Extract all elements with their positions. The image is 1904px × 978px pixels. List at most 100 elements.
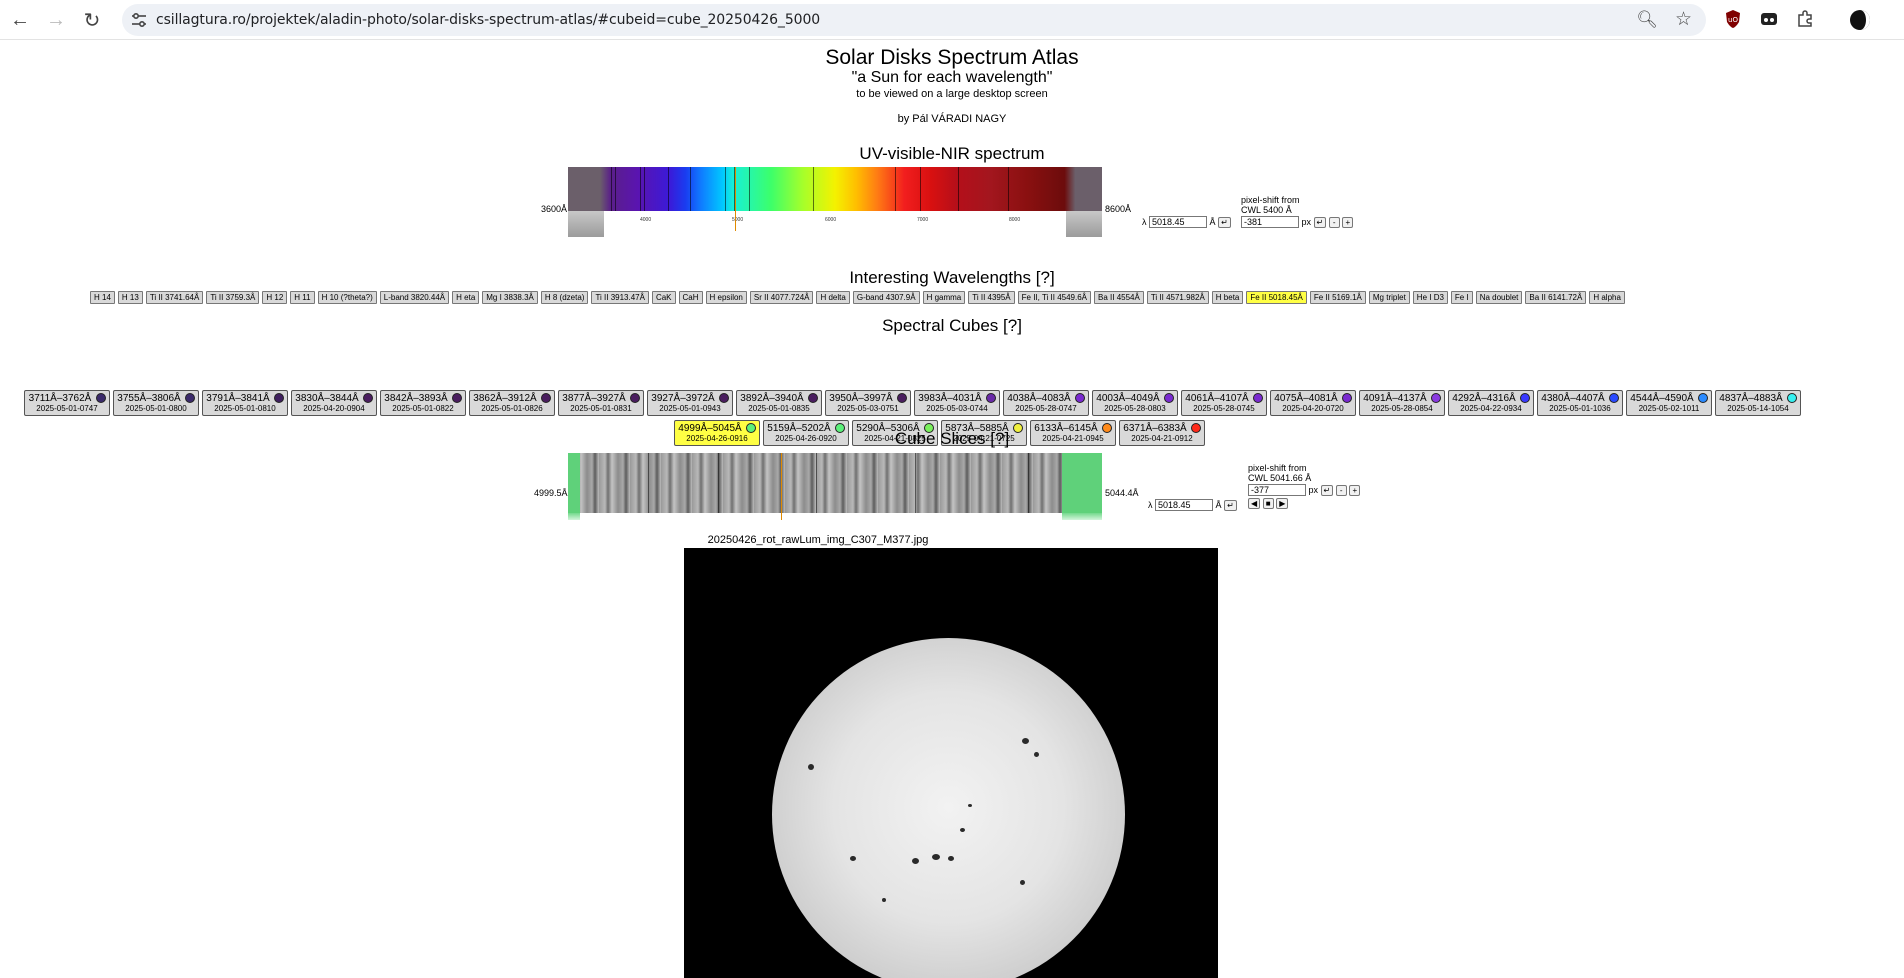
- wavelength-button[interactable]: H epsilon: [705, 291, 747, 304]
- cube-range: 3862Å–3912Å: [473, 393, 537, 404]
- wavelength-button[interactable]: Fe II, Ti II 4549.6Å: [1017, 291, 1092, 304]
- spectrum-gradient[interactable]: [568, 167, 1102, 211]
- wavelength-button[interactable]: Fe II 5169.1Å: [1309, 291, 1366, 304]
- cube-date: 2025-05-01-0826: [481, 404, 543, 413]
- wavelength-button[interactable]: Ba II 6141.72Å: [1525, 291, 1587, 304]
- wavelength-button[interactable]: H 8 (dzeta): [540, 291, 589, 304]
- spectrum-lambda-apply-button[interactable]: ↵: [1218, 217, 1231, 229]
- cube-button[interactable]: 3927Å–3972Å 2025-05-01-0943: [647, 390, 733, 416]
- stop-icon[interactable]: ■: [1262, 498, 1274, 510]
- cube-button[interactable]: 4292Å–4316Å 2025-04-22-0934: [1448, 390, 1534, 416]
- cube-button[interactable]: 3842Å–3893Å 2025-05-01-0822: [380, 390, 466, 416]
- cube-range: 4003Å–4049Å: [1096, 393, 1160, 404]
- color-dot-icon: [1431, 393, 1441, 403]
- cube-date: 2025-04-20-0904: [303, 404, 365, 413]
- wavelength-cursor[interactable]: [735, 167, 736, 231]
- cube-button[interactable]: 4038Å–4083Å 2025-05-28-0747: [1003, 390, 1089, 416]
- wavelength-button[interactable]: H 13: [117, 291, 143, 304]
- wavelength-button[interactable]: H eta: [452, 291, 480, 304]
- spectrum-lambda-input[interactable]: [1149, 216, 1208, 228]
- cube-button[interactable]: 4061Å–4107Å 2025-05-28-0745: [1181, 390, 1267, 416]
- spectrum-shift-plus-button[interactable]: +: [1342, 217, 1354, 229]
- cube-button[interactable]: 3892Å–3940Å 2025-05-01-0835: [736, 390, 822, 416]
- cube-button[interactable]: 4544Å–4590Å 2025-05-02-1011: [1626, 390, 1712, 416]
- wavelength-button[interactable]: H delta: [816, 291, 850, 304]
- wavelength-button[interactable]: H gamma: [922, 291, 966, 304]
- spectrum-shift-input[interactable]: [1241, 216, 1299, 228]
- cube-button[interactable]: 4380Å–4407Å 2025-05-01-1036: [1537, 390, 1623, 416]
- cube-button[interactable]: 3755Å–3806Å 2025-05-01-0800: [113, 390, 199, 416]
- spectrum-shift-minus-button[interactable]: -: [1328, 217, 1340, 229]
- incognito-extension-icon[interactable]: [1758, 8, 1780, 30]
- wavelength-button[interactable]: Ti II 4571.982Å: [1146, 291, 1209, 304]
- slices-lambda-apply-button[interactable]: ↵: [1224, 500, 1237, 512]
- cube-button[interactable]: 4003Å–4049Å 2025-05-28-0803: [1092, 390, 1178, 416]
- wavelength-button[interactable]: He I D3: [1412, 291, 1448, 304]
- cube-button[interactable]: 4091Å–4137Å 2025-05-28-0854: [1359, 390, 1445, 416]
- back-icon[interactable]: ←: [6, 6, 34, 34]
- cube-button[interactable]: 3877Å–3927Å 2025-05-01-0831: [558, 390, 644, 416]
- cube-date: 2025-05-28-0745: [1193, 404, 1255, 413]
- wavelength-button[interactable]: L-band 3820.44Å: [379, 291, 450, 304]
- slices-shift-plus-button[interactable]: +: [1349, 485, 1361, 497]
- extensions-puzzle-icon[interactable]: [1794, 8, 1816, 30]
- slices-lambda-input[interactable]: [1155, 499, 1214, 511]
- cube-button[interactable]: 3711Å–3762Å 2025-05-01-0747: [24, 390, 110, 416]
- cube-button[interactable]: 4075Å–4081Å 2025-04-20-0720: [1270, 390, 1356, 416]
- cube-row-1: 3711Å–3762Å 2025-05-01-0747 3755Å–3806Å 202…: [24, 390, 1801, 416]
- browser-toolbar: ← → ↻ csillagtura.ro/projektek/aladin-ph…: [0, 0, 1904, 40]
- wavelength-button[interactable]: H 12: [262, 291, 288, 304]
- wavelength-button[interactable]: Ti II 3759.3Å: [206, 291, 260, 304]
- wavelength-button[interactable]: H 14: [90, 291, 115, 304]
- ublock-icon[interactable]: uO: [1722, 8, 1744, 30]
- url-text[interactable]: csillagtura.ro/projektek/aladin-photo/so…: [156, 12, 820, 28]
- slice-cursor[interactable]: [781, 453, 782, 520]
- wavelength-button[interactable]: H alpha: [1589, 291, 1625, 304]
- cube-button[interactable]: 3862Å–3912Å 2025-05-01-0826: [469, 390, 555, 416]
- slices-shift-minus-button[interactable]: -: [1335, 485, 1347, 497]
- forward-icon[interactable]: →: [42, 6, 70, 34]
- prev-icon[interactable]: ◀: [1248, 498, 1261, 510]
- reload-icon[interactable]: ↻: [78, 6, 106, 34]
- slices-shift-apply-button[interactable]: ↵: [1320, 485, 1334, 497]
- wavelength-button[interactable]: Mg triplet: [1368, 291, 1410, 304]
- zoom-icon[interactable]: 🔍︎: [1636, 10, 1658, 30]
- wavelength-button[interactable]: H beta: [1211, 291, 1244, 304]
- bookmark-star-icon[interactable]: ☆: [1675, 8, 1692, 31]
- cube-button[interactable]: 3830Å–3844Å 2025-04-20-0904: [291, 390, 377, 416]
- color-dot-icon: [897, 393, 907, 403]
- wavelength-button[interactable]: G-band 4307.9Å: [852, 291, 920, 304]
- color-dot-icon: [1698, 393, 1708, 403]
- cube-date: 2025-05-01-0835: [748, 404, 810, 413]
- wavelength-button[interactable]: Fe I: [1450, 291, 1473, 304]
- wavelength-button[interactable]: CaK: [651, 291, 676, 304]
- wavelength-button[interactable]: H 10 (?theta?): [317, 291, 377, 304]
- solar-disk-image: [684, 548, 1218, 978]
- wavelength-button[interactable]: Ba II 4554Å: [1094, 291, 1144, 304]
- wavelength-button[interactable]: Ti II 3741.64Å: [145, 291, 204, 304]
- wavelength-button[interactable]: Sr II 4077.724Å: [749, 291, 814, 304]
- wavelength-button[interactable]: H 11: [290, 291, 315, 304]
- wavelength-button[interactable]: Mg I 3838.3Å: [482, 291, 538, 304]
- cube-button[interactable]: 3983Å–4031Å 2025-05-03-0744: [914, 390, 1000, 416]
- color-dot-icon: [808, 393, 818, 403]
- site-settings-icon[interactable]: [130, 11, 148, 29]
- wavelength-button[interactable]: Ti II 3913.47Å: [591, 291, 649, 304]
- wavelength-button[interactable]: Fe II 5018.45Å: [1246, 291, 1307, 304]
- play-icon[interactable]: ▶: [1276, 498, 1289, 510]
- wavelength-button[interactable]: CaH: [678, 291, 703, 304]
- wavelength-button[interactable]: Ti II 4395Å: [968, 291, 1015, 304]
- profile-avatar-icon[interactable]: [1848, 8, 1872, 32]
- slices-shift-input[interactable]: [1248, 484, 1306, 496]
- cube-slice-strip[interactable]: [568, 453, 1102, 520]
- cube-button[interactable]: 3950Å–3997Å 2025-05-03-0751: [825, 390, 911, 416]
- cube-range: 4038Å–4083Å: [1007, 393, 1071, 404]
- slices-lambda-control: λ Å ↵: [1148, 499, 1237, 512]
- spectrum-bar[interactable]: 4000 5000 6000 7000 8000: [568, 167, 1102, 243]
- cube-range: 3791Å–3841Å: [206, 393, 270, 404]
- spectrum-shift-apply-button[interactable]: ↵: [1313, 217, 1327, 229]
- cube-button[interactable]: 4837Å–4883Å 2025-05-14-1054: [1715, 390, 1801, 416]
- cube-button[interactable]: 3791Å–3841Å 2025-05-01-0810: [202, 390, 288, 416]
- address-bar[interactable]: csillagtura.ro/projektek/aladin-photo/so…: [122, 4, 1706, 36]
- wavelength-button[interactable]: Na doublet: [1475, 291, 1523, 304]
